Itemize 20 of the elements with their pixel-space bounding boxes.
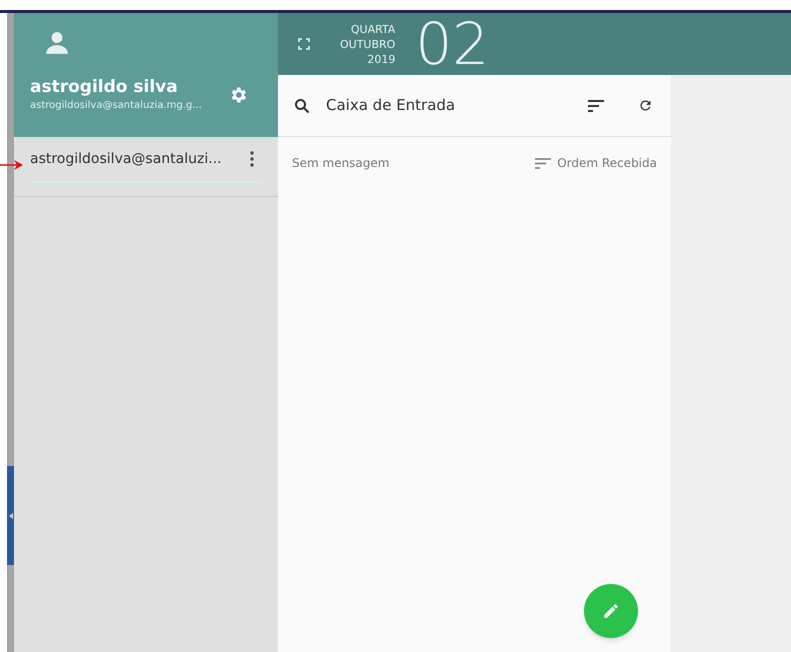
account-email: astrogildosilva@santaluzia.mg.g...: [30, 99, 203, 114]
refresh-icon[interactable]: [638, 98, 653, 113]
weekday-text: QUARTA: [350, 22, 396, 36]
inbox-title: Caixa de Entrada: [326, 95, 456, 116]
sort-icon: [535, 158, 552, 168]
more-icon[interactable]: [250, 151, 254, 167]
user-icon: [44, 29, 70, 57]
account-name: astrogildo silva: [30, 77, 179, 98]
account-item[interactable]: astrogildosilva@santaluzi...: [30, 137, 262, 183]
sort-order-button[interactable]: Ordem Recebida: [535, 154, 657, 172]
search-icon[interactable]: [294, 98, 310, 114]
year-text: 2019: [367, 52, 396, 66]
panel-handle[interactable]: [7, 466, 14, 565]
fullscreen-icon[interactable]: [298, 38, 310, 50]
month-text: OUTUBRO: [340, 36, 396, 52]
day-number: 02: [415, 15, 490, 73]
pointer-arrow-icon: [0, 159, 24, 171]
empty-message: Sem mensagem: [292, 155, 390, 172]
sort-icon[interactable]: [588, 100, 604, 112]
pencil-icon: [602, 602, 620, 620]
